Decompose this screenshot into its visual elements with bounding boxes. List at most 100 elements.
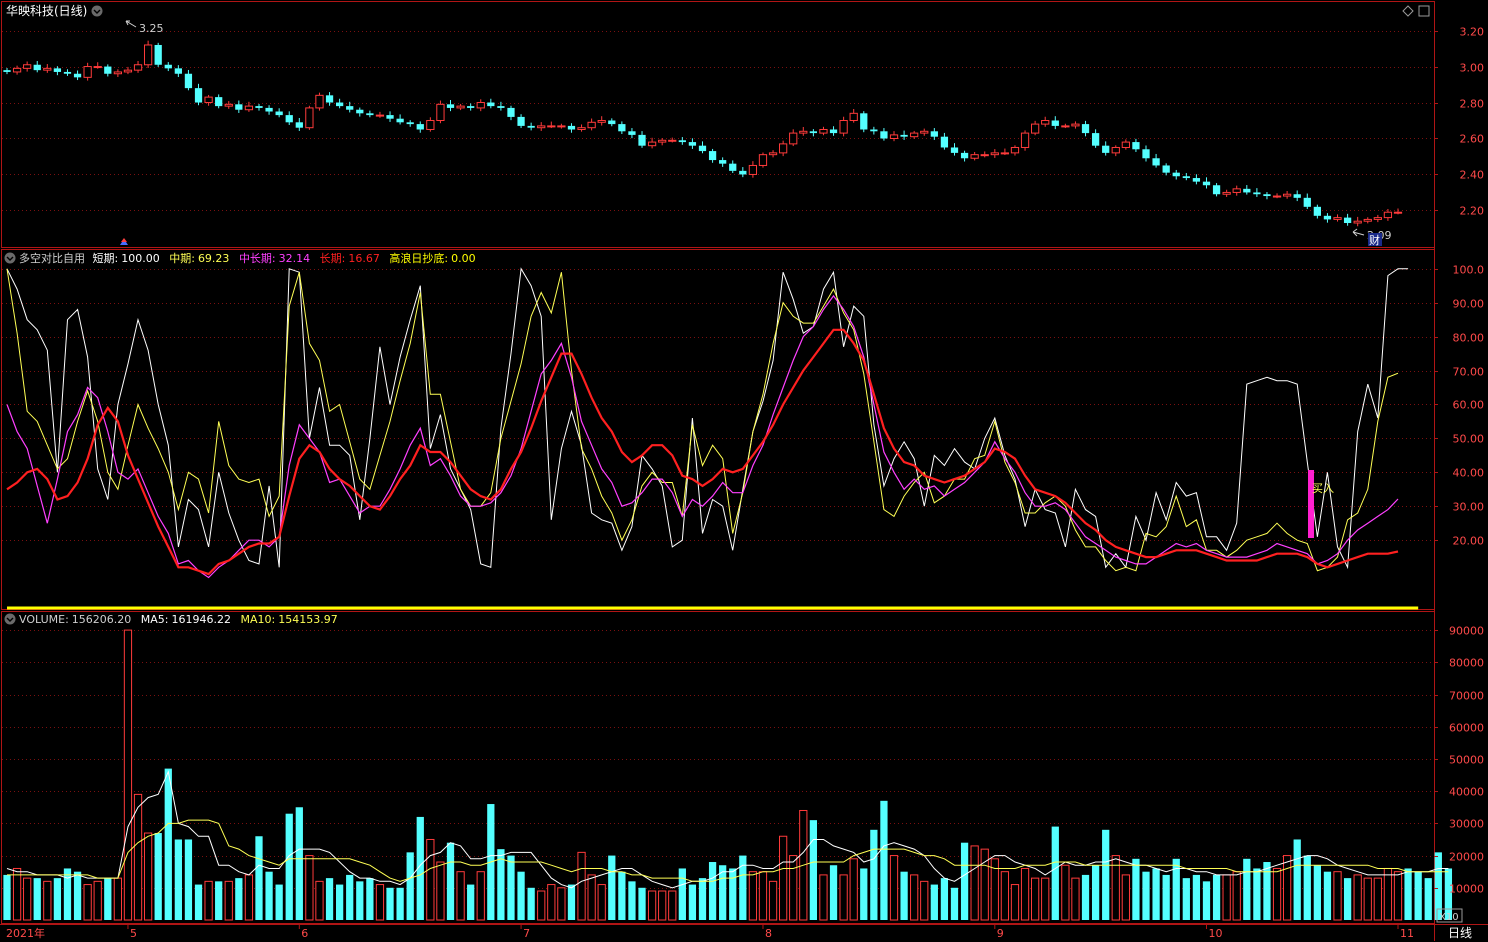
candle[interactable] xyxy=(980,154,989,157)
candle[interactable] xyxy=(1263,194,1271,197)
candle[interactable] xyxy=(93,66,102,69)
candle[interactable] xyxy=(1212,185,1221,195)
candle[interactable] xyxy=(647,141,657,147)
chevron-down-icon[interactable] xyxy=(4,613,16,625)
volume-bar[interactable] xyxy=(83,884,92,921)
candle[interactable] xyxy=(33,64,41,71)
volume-bar[interactable] xyxy=(1132,858,1140,920)
candle[interactable] xyxy=(476,102,485,109)
volume-bar[interactable] xyxy=(618,871,626,920)
candle[interactable] xyxy=(1393,211,1403,214)
volume-bar[interactable] xyxy=(43,880,52,921)
candle[interactable] xyxy=(577,127,586,130)
candle[interactable] xyxy=(143,44,153,66)
volume-bar[interactable] xyxy=(164,768,172,920)
candle[interactable] xyxy=(668,139,677,142)
candle[interactable] xyxy=(63,71,72,74)
volume-bar[interactable] xyxy=(1192,874,1201,920)
volume-bar[interactable] xyxy=(809,820,818,920)
candle[interactable] xyxy=(719,160,727,164)
candle[interactable] xyxy=(406,122,414,125)
candle[interactable] xyxy=(597,120,606,123)
volume-bar[interactable] xyxy=(1272,867,1282,921)
volume-bar[interactable] xyxy=(1041,877,1050,921)
candle[interactable] xyxy=(375,114,385,117)
volume-bar[interactable] xyxy=(1263,862,1271,920)
candle[interactable] xyxy=(608,120,616,125)
volume-bar[interactable] xyxy=(1081,874,1090,920)
candle[interactable] xyxy=(567,125,576,130)
candle[interactable] xyxy=(275,111,283,116)
candle[interactable] xyxy=(1121,141,1130,148)
candle[interactable] xyxy=(880,131,888,139)
volume-bar[interactable] xyxy=(113,877,123,921)
volume-bar[interactable] xyxy=(123,629,133,921)
candle[interactable] xyxy=(1152,158,1160,166)
candle[interactable] xyxy=(265,107,273,112)
volume-bar[interactable] xyxy=(1071,877,1080,921)
candle[interactable] xyxy=(416,124,424,130)
volume-bar[interactable] xyxy=(688,884,697,920)
volume-bar[interactable] xyxy=(1293,839,1301,920)
candle[interactable] xyxy=(900,134,908,137)
candle[interactable] xyxy=(1282,193,1292,197)
candle[interactable] xyxy=(638,134,646,146)
candle[interactable] xyxy=(1111,146,1120,154)
candle[interactable] xyxy=(618,124,626,132)
volume-bar[interactable] xyxy=(325,878,334,920)
candle[interactable] xyxy=(537,125,546,129)
candle[interactable] xyxy=(1243,188,1251,193)
volume-bar[interactable] xyxy=(527,887,535,920)
candle[interactable] xyxy=(456,105,465,109)
volume-bar[interactable] xyxy=(235,878,243,920)
volume-bar[interactable] xyxy=(920,880,929,921)
volume-bar[interactable] xyxy=(1172,858,1180,920)
volume-bar[interactable] xyxy=(33,878,41,920)
period-label[interactable]: 日线 xyxy=(1448,926,1472,940)
candle[interactable] xyxy=(487,102,495,107)
candle[interactable] xyxy=(305,107,314,129)
candle[interactable] xyxy=(860,113,868,130)
candle[interactable] xyxy=(658,139,667,143)
candle[interactable] xyxy=(547,125,556,128)
candle[interactable] xyxy=(1020,132,1030,148)
volume-bar[interactable] xyxy=(386,887,394,920)
candle[interactable] xyxy=(587,121,596,129)
candle[interactable] xyxy=(235,104,243,110)
volume-bar[interactable] xyxy=(900,871,908,920)
candle[interactable] xyxy=(910,132,919,138)
candle[interactable] xyxy=(1363,218,1372,222)
volume-bar[interactable] xyxy=(315,880,324,921)
volume-bar[interactable] xyxy=(356,881,364,920)
volume-bar[interactable] xyxy=(829,865,838,920)
volume-bar[interactable] xyxy=(23,877,32,921)
volume-bar[interactable] xyxy=(557,887,566,921)
candle[interactable] xyxy=(849,112,858,122)
candle[interactable] xyxy=(1091,133,1100,146)
candle[interactable] xyxy=(557,125,566,128)
volume-bar[interactable] xyxy=(133,793,143,921)
candle[interactable] xyxy=(224,103,233,107)
volume-bar[interactable] xyxy=(889,855,899,921)
candle[interactable] xyxy=(12,67,22,73)
candle[interactable] xyxy=(1031,123,1040,134)
volume-bar[interactable] xyxy=(426,838,435,921)
candle[interactable] xyxy=(799,130,808,134)
volume-bar[interactable] xyxy=(608,855,616,920)
chevron-down-icon[interactable] xyxy=(4,252,16,264)
candle[interactable] xyxy=(366,113,374,116)
volume-bar[interactable] xyxy=(1102,829,1110,920)
candle[interactable] xyxy=(336,102,344,107)
volume-bar[interactable] xyxy=(537,890,546,921)
candle[interactable] xyxy=(920,130,929,134)
candle[interactable] xyxy=(517,116,525,126)
candle[interactable] xyxy=(255,106,263,108)
candle[interactable] xyxy=(729,163,737,171)
volume-bar[interactable] xyxy=(143,832,153,921)
candle[interactable] xyxy=(970,154,979,159)
candle[interactable] xyxy=(1000,152,1010,155)
candle[interactable] xyxy=(809,131,818,134)
candle[interactable] xyxy=(1313,206,1321,216)
volume-bar[interactable] xyxy=(93,880,102,921)
candle[interactable] xyxy=(174,68,182,74)
